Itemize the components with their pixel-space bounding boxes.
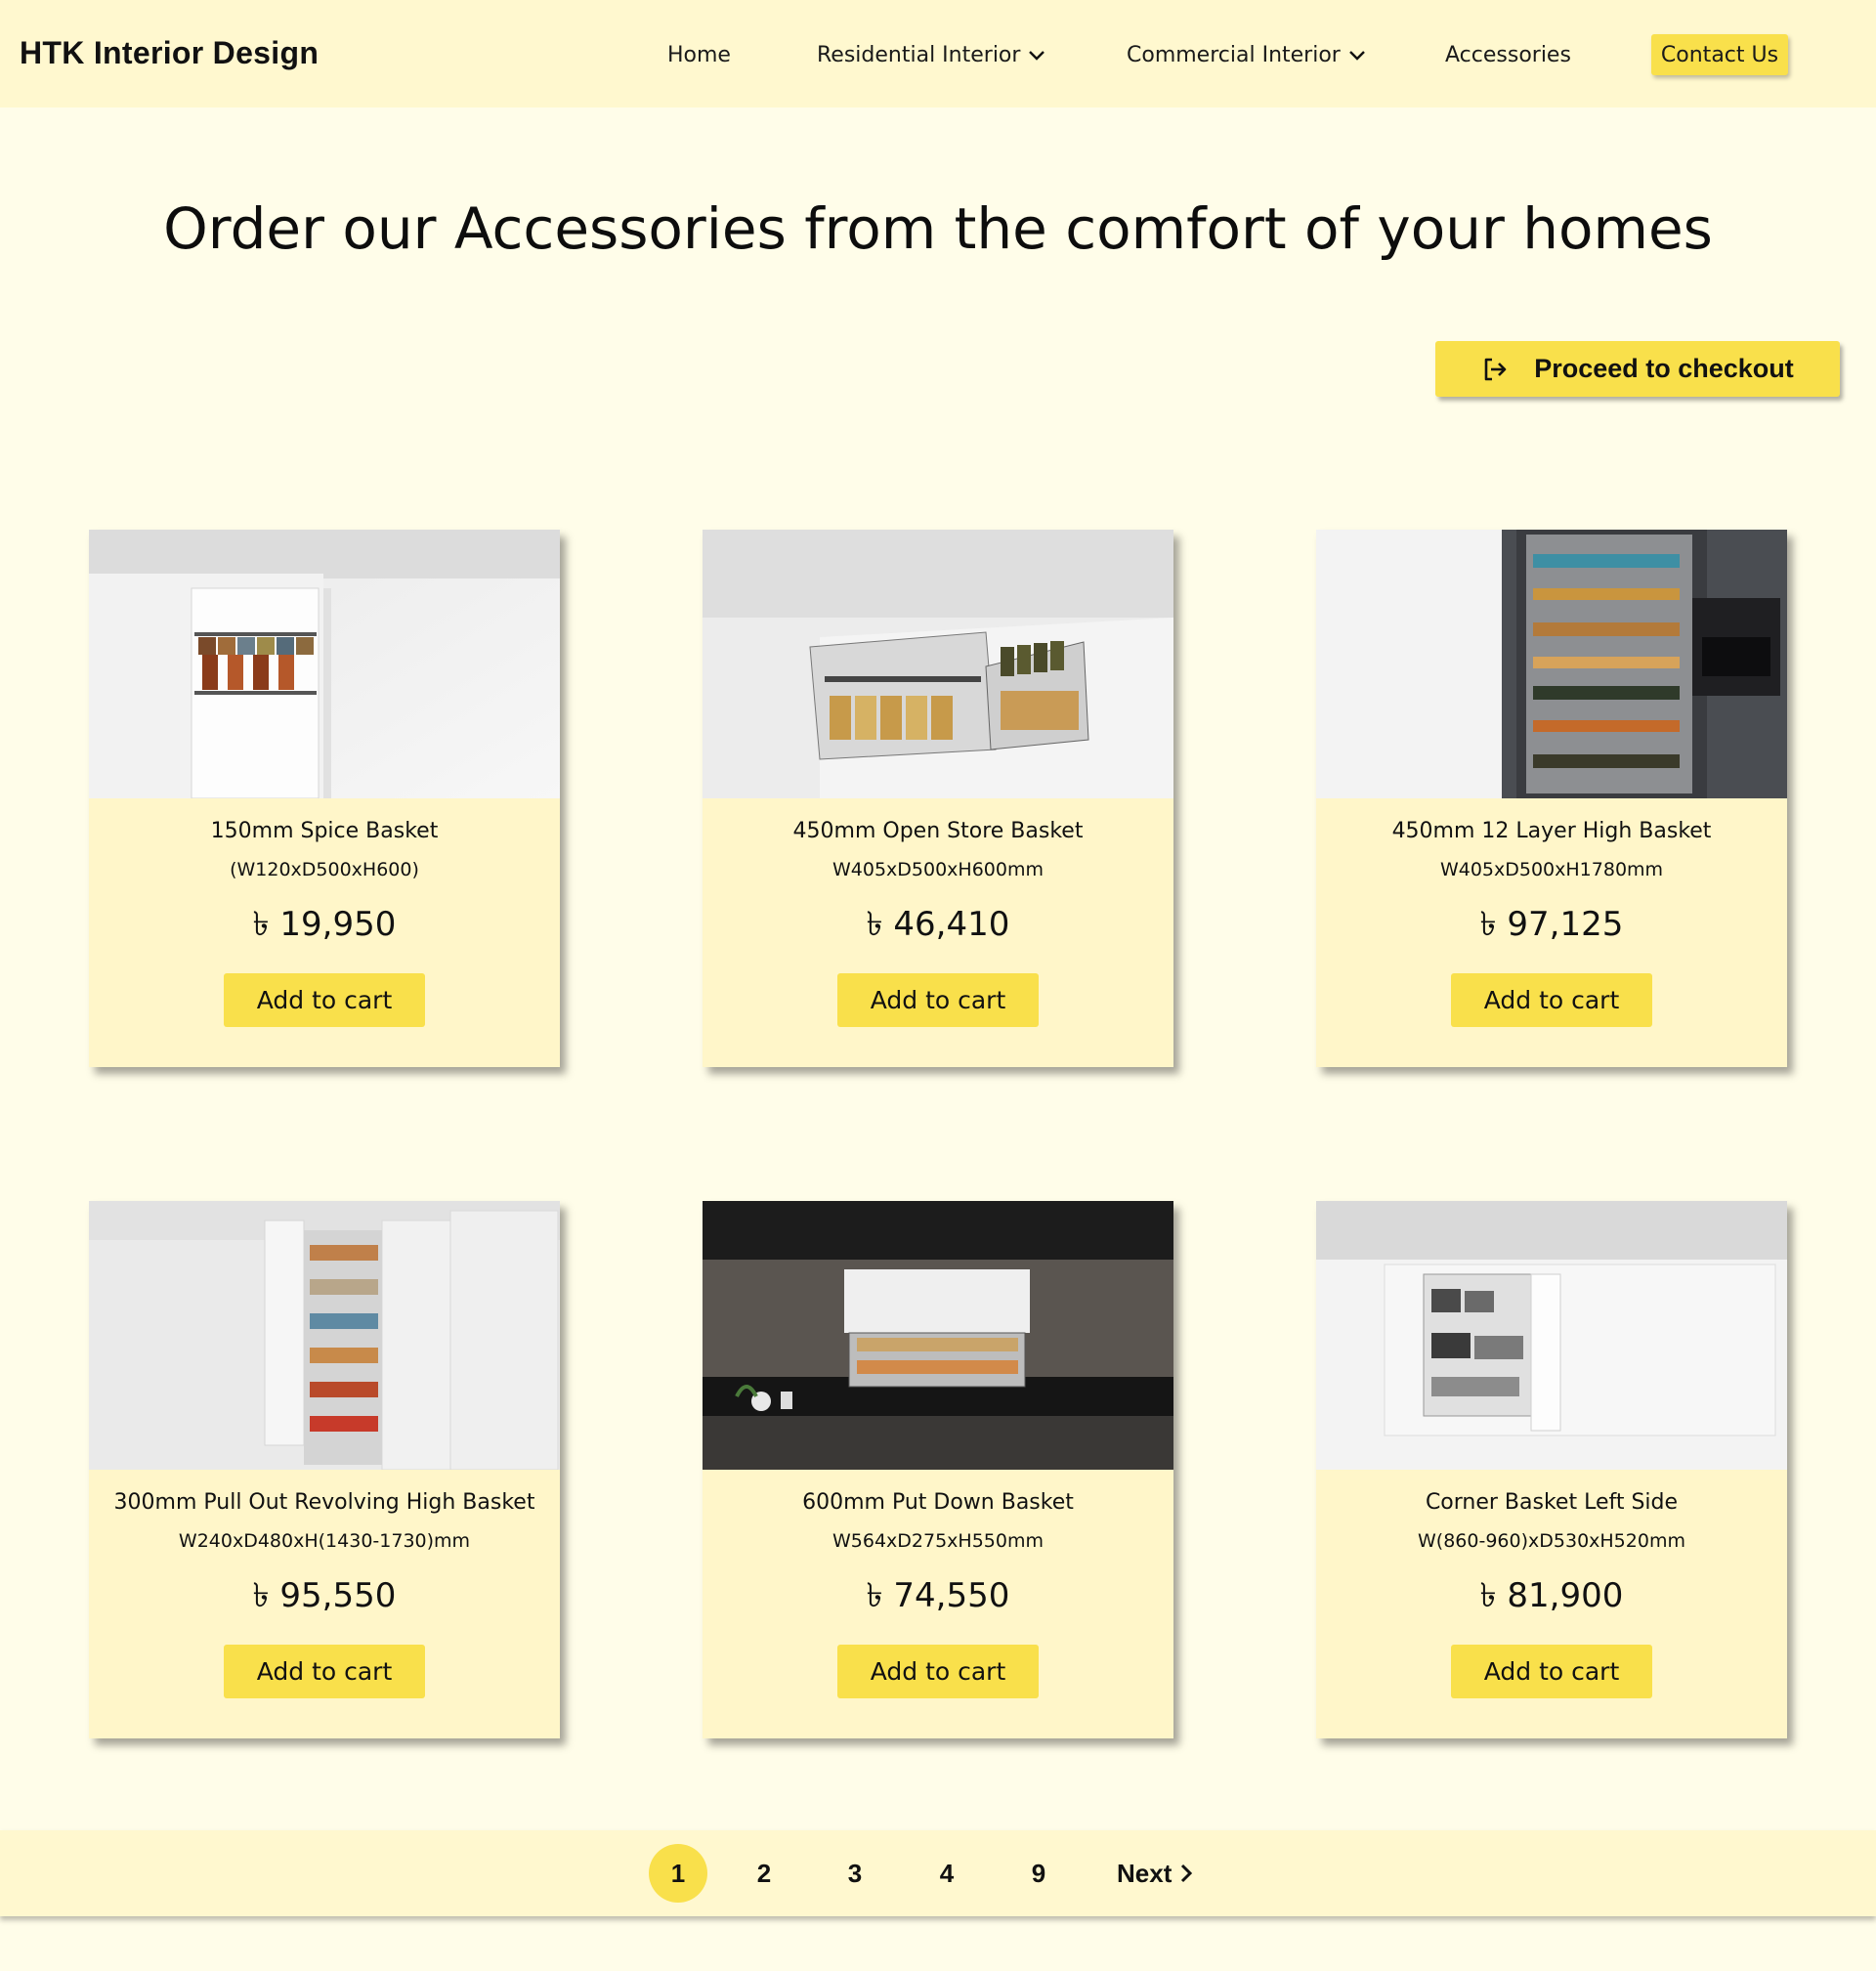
product-name: 450mm Open Store Basket bbox=[792, 819, 1084, 843]
product-name: 300mm Pull Out Revolving High Basket bbox=[113, 1490, 535, 1515]
nav-item-label: Commercial Interior bbox=[1127, 43, 1341, 67]
product-dimensions: (W120xD500xH600) bbox=[230, 859, 419, 880]
add-to-cart-button[interactable]: Add to cart bbox=[224, 973, 425, 1027]
add-to-cart-button[interactable]: Add to cart bbox=[837, 1645, 1039, 1698]
page-button-4[interactable]: 4 bbox=[917, 1844, 976, 1903]
product-name: 600mm Put Down Basket bbox=[802, 1490, 1074, 1515]
nav-item-label: Residential Interior bbox=[817, 43, 1021, 67]
product-image-corner-basket[interactable] bbox=[1316, 1201, 1787, 1470]
nav-item-accessories[interactable]: Accessories bbox=[1445, 43, 1571, 67]
product-card: 300mm Pull Out Revolving High Basket W24… bbox=[89, 1201, 560, 1738]
add-to-cart-button[interactable]: Add to cart bbox=[1451, 973, 1652, 1027]
product-card: 150mm Spice Basket (W120xD500xH600) ৳ 19… bbox=[89, 530, 560, 1067]
chevron-right-icon bbox=[1181, 1864, 1193, 1883]
product-dimensions: W405xD500xH1780mm bbox=[1439, 859, 1664, 880]
product-name: Corner Basket Left Side bbox=[1425, 1490, 1679, 1515]
product-image-put-down-basket[interactable] bbox=[703, 1201, 1173, 1470]
nav-item-residential-interior[interactable]: Residential Interior bbox=[817, 43, 1045, 67]
product-image-open-store-basket[interactable] bbox=[703, 530, 1173, 798]
product-image-spice-basket[interactable] bbox=[89, 530, 560, 798]
sign-out-arrow-icon bbox=[1484, 358, 1507, 380]
page-button-3[interactable]: 3 bbox=[826, 1844, 884, 1903]
product-image-12-layer-high-basket[interactable] bbox=[1316, 530, 1787, 798]
product-price: ৳ 19,950 bbox=[252, 905, 397, 944]
page-button-1[interactable]: 1 bbox=[649, 1844, 707, 1903]
chevron-down-icon bbox=[1029, 50, 1045, 61]
checkout-label: Proceed to checkout bbox=[1534, 354, 1794, 383]
nav-item-label: Home bbox=[667, 43, 731, 67]
product-card: 450mm Open Store Basket W405xD500xH600mm… bbox=[703, 530, 1173, 1067]
product-name: 450mm 12 Layer High Basket bbox=[1391, 819, 1712, 843]
product-price: ৳ 74,550 bbox=[866, 1576, 1010, 1615]
product-name: 150mm Spice Basket bbox=[210, 819, 439, 843]
page-button-9[interactable]: 9 bbox=[1009, 1844, 1068, 1903]
product-dimensions: W240xD480xH(1430-1730)mm bbox=[178, 1530, 471, 1552]
page-button-2[interactable]: 2 bbox=[735, 1844, 793, 1903]
product-card: 450mm 12 Layer High Basket W405xD500xH17… bbox=[1316, 530, 1787, 1067]
nav-item-label: Accessories bbox=[1445, 43, 1571, 67]
page-title: Order our Accessories from the comfort o… bbox=[163, 195, 1713, 262]
pagination-bar: 1 2 3 4 9 Next bbox=[0, 1830, 1876, 1916]
product-price: ৳ 81,900 bbox=[1479, 1576, 1624, 1615]
product-image-pull-out-revolving-basket[interactable] bbox=[89, 1201, 560, 1470]
product-price: ৳ 95,550 bbox=[252, 1576, 397, 1615]
brand-logo-text[interactable]: HTK Interior Design bbox=[20, 35, 319, 71]
proceed-to-checkout-button[interactable]: Proceed to checkout bbox=[1435, 341, 1840, 397]
product-card: Corner Basket Left Side W(860-960)xD530x… bbox=[1316, 1201, 1787, 1738]
product-dimensions: W405xD500xH600mm bbox=[831, 859, 1044, 880]
add-to-cart-button[interactable]: Add to cart bbox=[224, 1645, 425, 1698]
product-dimensions: W(860-960)xD530xH520mm bbox=[1418, 1530, 1685, 1552]
product-price: ৳ 46,410 bbox=[866, 905, 1010, 944]
contact-us-button[interactable]: Contact Us bbox=[1651, 34, 1788, 75]
next-page-label: Next bbox=[1117, 1858, 1172, 1888]
top-navbar: HTK Interior Design Home Residential Int… bbox=[0, 0, 1876, 107]
product-card: 600mm Put Down Basket W564xD275xH550mm ৳… bbox=[703, 1201, 1173, 1738]
nav-item-home[interactable]: Home bbox=[667, 43, 731, 67]
product-dimensions: W564xD275xH550mm bbox=[831, 1530, 1044, 1552]
product-price: ৳ 97,125 bbox=[1479, 905, 1624, 944]
next-page-button[interactable]: Next bbox=[1117, 1844, 1193, 1903]
add-to-cart-button[interactable]: Add to cart bbox=[1451, 1645, 1652, 1698]
add-to-cart-button[interactable]: Add to cart bbox=[837, 973, 1039, 1027]
nav-item-commercial-interior[interactable]: Commercial Interior bbox=[1127, 43, 1366, 67]
chevron-down-icon bbox=[1348, 50, 1365, 61]
